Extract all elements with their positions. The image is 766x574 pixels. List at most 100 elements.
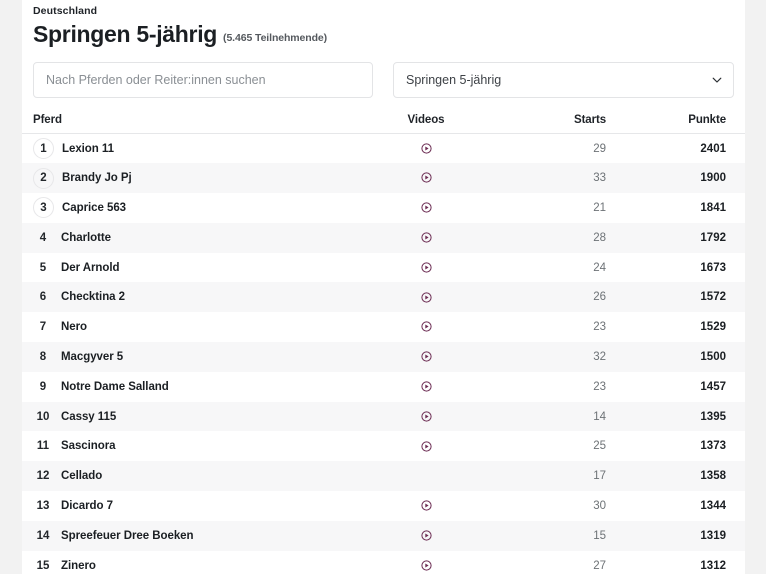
- play-circle-icon[interactable]: [421, 143, 432, 154]
- horse-name[interactable]: Brandy Jo Pj: [62, 172, 132, 184]
- play-circle-icon[interactable]: [421, 441, 432, 452]
- cell-pferd: 8Macgyver 5: [22, 342, 366, 372]
- table-row[interactable]: 2 Brandy Jo Pj 331900: [22, 163, 745, 193]
- cell-videos: [366, 134, 486, 164]
- search-input[interactable]: [33, 62, 373, 98]
- table-row[interactable]: 7Nero231529: [22, 312, 745, 342]
- cell-starts: 23: [486, 372, 606, 402]
- cell-punkte: 1319: [606, 521, 745, 551]
- horse-name[interactable]: Der Arnold: [61, 262, 120, 274]
- cell-pferd: 4Charlotte: [22, 223, 366, 253]
- rank-badge: 6: [33, 287, 53, 307]
- cell-videos: [366, 193, 486, 223]
- cell-starts: 23: [486, 312, 606, 342]
- page-title: Springen 5-jährig: [33, 21, 217, 48]
- table-row[interactable]: 10Cassy 115141395: [22, 402, 745, 432]
- rank-badge: 15: [33, 556, 53, 574]
- horse-name[interactable]: Cellado: [61, 470, 102, 482]
- cell-pferd: 15 Zinero: [22, 551, 366, 574]
- horse-name[interactable]: Sascinora: [61, 440, 116, 452]
- cell-pferd: 3Caprice 563: [22, 193, 366, 223]
- play-circle-icon[interactable]: [421, 321, 432, 332]
- play-circle-icon[interactable]: [421, 351, 432, 362]
- horse-name[interactable]: Lexion 11: [62, 143, 114, 155]
- table-row[interactable]: 5Der Arnold241673: [22, 253, 745, 283]
- cell-starts: 24: [486, 253, 606, 283]
- play-circle-icon[interactable]: [421, 381, 432, 392]
- cell-punkte: 1344: [606, 491, 745, 521]
- horse-name[interactable]: Spreefeuer Dree Boeken: [61, 530, 194, 542]
- cell-starts: 21: [486, 193, 606, 223]
- table-header-row: Pferd Videos Starts Punkte: [22, 114, 745, 134]
- chevron-down-icon: [712, 75, 722, 85]
- cell-starts: 15: [486, 521, 606, 551]
- horse-name[interactable]: Checktina 2: [61, 291, 125, 303]
- page-root: Deutschland Springen 5-jährig (5.465 Tei…: [0, 0, 766, 574]
- horse-name[interactable]: Cassy 115: [61, 411, 116, 423]
- play-circle-icon[interactable]: [421, 232, 432, 243]
- cell-videos: [366, 461, 486, 491]
- pferd-cell-inner: 4Charlotte: [33, 228, 366, 248]
- pferd-cell-inner: 13Dicardo 7: [33, 496, 366, 516]
- horse-name[interactable]: Caprice 563: [62, 202, 126, 214]
- play-circle-icon[interactable]: [421, 500, 432, 511]
- horse-name[interactable]: Nero: [61, 321, 87, 333]
- cell-pferd: 5Der Arnold: [22, 253, 366, 283]
- page-header: Deutschland Springen 5-jährig (5.465 Tei…: [22, 0, 745, 48]
- filter-controls: Springen 5-jährig: [22, 48, 745, 98]
- rank-badge: 7: [33, 317, 53, 337]
- table-row[interactable]: 15Zinero271312: [22, 551, 745, 574]
- cell-punkte: 1457: [606, 372, 745, 402]
- play-circle-icon[interactable]: [421, 530, 432, 541]
- cell-pferd: 14 Spreefeuer Dree Boeken: [22, 521, 366, 551]
- column-header-videos[interactable]: Videos: [366, 114, 486, 134]
- play-circle-icon[interactable]: [421, 411, 432, 422]
- column-header-pferd[interactable]: Pferd: [22, 114, 366, 134]
- play-circle-icon[interactable]: [421, 172, 432, 183]
- table-head: Pferd Videos Starts Punkte: [22, 114, 745, 134]
- pferd-cell-inner: 5Der Arnold: [33, 258, 366, 278]
- horse-name[interactable]: Notre Dame Salland: [61, 381, 169, 393]
- cell-videos: [366, 431, 486, 461]
- table-row[interactable]: 4Charlotte281792: [22, 223, 745, 253]
- cell-starts: 17: [486, 461, 606, 491]
- play-circle-icon[interactable]: [421, 560, 432, 571]
- discipline-select[interactable]: Springen 5-jährig: [393, 62, 734, 98]
- horse-name[interactable]: Dicardo 7: [61, 500, 113, 512]
- rank-badge: 1: [33, 138, 54, 159]
- column-header-punkte[interactable]: Punkte: [606, 114, 745, 134]
- table-body: 1Lexion 112924012Brandy Jo Pj3319003Capr…: [22, 134, 745, 574]
- table-row[interactable]: 6 Checktina 2 261572: [22, 282, 745, 312]
- horse-name[interactable]: Charlotte: [61, 232, 111, 244]
- cell-videos: [366, 551, 486, 574]
- cell-starts: 27: [486, 551, 606, 574]
- table-row[interactable]: 3Caprice 563211841: [22, 193, 745, 223]
- table-row[interactable]: 13Dicardo 7301344: [22, 491, 745, 521]
- pferd-cell-inner: 8Macgyver 5: [33, 347, 366, 367]
- table-row[interactable]: 14 Spreefeuer Dree Boeken 151319: [22, 521, 745, 551]
- table-row[interactable]: 9Notre Dame Salland231457: [22, 372, 745, 402]
- table-row[interactable]: 1Lexion 11292401: [22, 134, 745, 164]
- table-row[interactable]: 8Macgyver 5321500: [22, 342, 745, 372]
- cell-punkte: 1395: [606, 402, 745, 432]
- column-header-starts[interactable]: Starts: [486, 114, 606, 134]
- play-circle-icon[interactable]: [421, 202, 432, 213]
- table-row[interactable]: 12Cellado171358: [22, 461, 745, 491]
- left-gutter: [0, 0, 22, 574]
- rank-badge: 14: [33, 526, 53, 546]
- rank-badge: 2: [33, 168, 54, 189]
- cell-starts: 26: [486, 282, 606, 312]
- horse-name[interactable]: Macgyver 5: [61, 351, 123, 363]
- play-circle-icon[interactable]: [421, 292, 432, 303]
- cell-punkte: 1900: [606, 163, 745, 193]
- horse-name[interactable]: Zinero: [61, 560, 96, 572]
- cell-punkte: 1572: [606, 282, 745, 312]
- title-row: Springen 5-jährig (5.465 Teilnehmende): [33, 21, 745, 48]
- cell-punkte: 2401: [606, 134, 745, 164]
- pferd-cell-inner: 11Sascinora: [33, 436, 366, 456]
- play-circle-icon[interactable]: [421, 262, 432, 273]
- cell-starts: 33: [486, 163, 606, 193]
- participants-count: (5.465 Teilnehmende): [223, 32, 327, 44]
- table-row[interactable]: 11Sascinora251373: [22, 431, 745, 461]
- discipline-select-value: Springen 5-jährig: [406, 73, 501, 87]
